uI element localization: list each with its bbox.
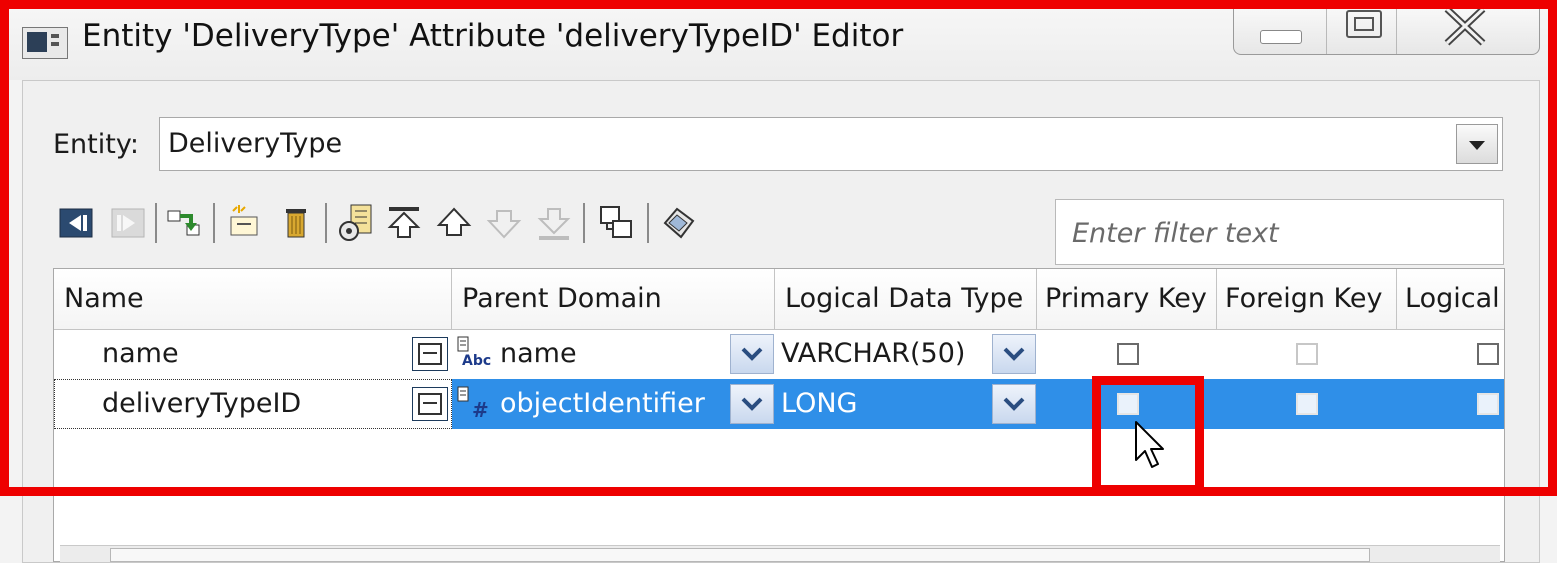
parent-domain-dropdown[interactable]	[730, 384, 774, 424]
table-header: Name Parent Domain Logical Data Type Pri…	[54, 269, 1504, 330]
chevron-down-icon	[741, 347, 763, 361]
entity-combobox[interactable]: DeliveryType	[159, 117, 1503, 171]
title-bar: Entity 'DeliveryType' Attribute 'deliver…	[0, 0, 1557, 80]
logical-data-type-value: VARCHAR(50)	[781, 338, 966, 369]
primary-key-checkbox[interactable]	[1117, 393, 1139, 415]
editor-panel: Entity: DeliveryType Enter filter text N…	[22, 80, 1540, 563]
parent-domain-value: name	[500, 338, 577, 369]
new-attribute-icon[interactable]	[225, 201, 263, 245]
column-header-logical-data-type[interactable]: Logical Data Type	[775, 269, 1037, 329]
logical-checkbox[interactable]	[1477, 343, 1499, 365]
filter-field[interactable]	[1055, 199, 1504, 265]
chevron-down-icon	[741, 397, 763, 411]
edit-name-button[interactable]	[412, 337, 448, 371]
entity-value: DeliveryType	[168, 128, 343, 159]
tag-icon[interactable]	[659, 201, 697, 245]
parent-domain-value: objectIdentifier	[500, 388, 705, 419]
abc-domain-icon: Abc	[457, 336, 491, 369]
logical-data-type-value: LONG	[781, 388, 858, 419]
close-button[interactable]	[1396, 0, 1539, 54]
minimize-button[interactable]	[1234, 0, 1327, 54]
column-header-primary-key[interactable]: Primary Key	[1037, 269, 1217, 329]
column-header-parent-domain[interactable]: Parent Domain	[452, 269, 775, 329]
chevron-down-icon	[1003, 347, 1025, 361]
move-down-icon[interactable]	[485, 201, 523, 245]
filter-input[interactable]	[1070, 204, 1494, 262]
entity-label: Entity:	[53, 129, 139, 160]
scrollbar-thumb[interactable]	[110, 548, 1370, 562]
numeric-domain-icon: #	[457, 386, 489, 422]
attribute-name[interactable]: name	[102, 329, 179, 379]
logical-data-type-dropdown[interactable]	[992, 384, 1036, 424]
copy-icon[interactable]	[597, 201, 635, 245]
window-title: Entity 'DeliveryType' Attribute 'deliver…	[82, 18, 904, 54]
parent-domain-dropdown[interactable]	[730, 334, 774, 374]
table-row-selected[interactable]: deliveryTypeID # objectIdentifier LONG	[54, 379, 1504, 429]
delete-icon[interactable]	[277, 201, 315, 245]
horizontal-scrollbar[interactable]	[60, 545, 1500, 562]
move-top-icon[interactable]	[385, 201, 423, 245]
entity-dropdown-button[interactable]	[1456, 124, 1498, 164]
attribute-name[interactable]: deliveryTypeID	[102, 379, 301, 429]
column-header-foreign-key[interactable]: Foreign Key	[1217, 269, 1397, 329]
reorder-icon[interactable]	[165, 201, 203, 245]
foreign-key-checkbox	[1296, 343, 1318, 365]
app-icon	[22, 27, 68, 59]
logical-data-type-dropdown[interactable]	[992, 334, 1036, 374]
move-up-icon[interactable]	[435, 201, 473, 245]
minimize-icon	[1260, 30, 1302, 44]
column-header-name[interactable]: Name	[54, 269, 452, 329]
attributes-table: Name Parent Domain Logical Data Type Pri…	[53, 268, 1505, 562]
svg-text:#: #	[472, 398, 489, 422]
foreign-key-checkbox	[1296, 393, 1318, 415]
properties-icon[interactable]	[337, 201, 375, 245]
close-icon	[1444, 6, 1486, 46]
logical-checkbox[interactable]	[1477, 393, 1499, 415]
move-bottom-icon[interactable]	[535, 201, 573, 245]
svg-text:Abc: Abc	[462, 353, 491, 369]
move-left-icon[interactable]	[57, 201, 95, 245]
maximize-button[interactable]	[1326, 0, 1397, 54]
column-header-logical[interactable]: Logical	[1397, 269, 1504, 329]
maximize-icon	[1346, 10, 1382, 38]
chevron-down-icon	[1003, 397, 1025, 411]
edit-name-button[interactable]	[412, 387, 448, 421]
table-row[interactable]: name Abc name VARCHAR(50)	[54, 329, 1504, 379]
move-right-icon[interactable]	[109, 201, 147, 245]
primary-key-checkbox[interactable]	[1117, 343, 1139, 365]
mouse-cursor-icon	[1135, 421, 1164, 468]
window-controls	[1233, 0, 1540, 55]
